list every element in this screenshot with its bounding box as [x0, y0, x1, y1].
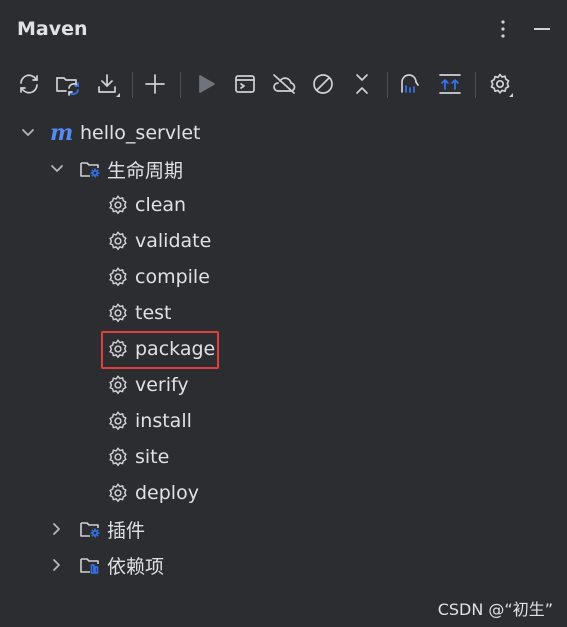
- tree-node-dependencies[interactable]: 依赖项: [49, 548, 164, 582]
- play-icon[interactable]: [192, 70, 220, 98]
- folder-refresh-icon[interactable]: [54, 70, 82, 98]
- no-sign-icon[interactable]: [309, 70, 337, 98]
- tree-node-lifecycle[interactable]: 生命周期: [49, 152, 183, 186]
- folder-library-icon: [79, 554, 101, 576]
- goal-label: deploy: [135, 482, 199, 504]
- gear-icon: [107, 410, 129, 432]
- goal-label: site: [135, 446, 170, 468]
- chevron-right-icon[interactable]: [49, 521, 65, 537]
- terminal-window-icon[interactable]: [231, 70, 259, 98]
- maven-icon: m: [50, 120, 74, 146]
- goal-label: verify: [135, 374, 189, 396]
- sync-icon[interactable]: [15, 70, 43, 98]
- chevron-down-icon[interactable]: [20, 125, 36, 141]
- diagram-icon[interactable]: [396, 70, 424, 98]
- gear-icon: [107, 230, 129, 252]
- panel-title: Maven: [17, 18, 88, 40]
- lifecycle-goal-item[interactable]: compile: [107, 260, 210, 294]
- gear-icon: [107, 374, 129, 396]
- project-name: hello_servlet: [80, 122, 201, 144]
- gear-icon: [107, 446, 129, 468]
- chevron-down-icon[interactable]: [49, 161, 65, 177]
- goal-label: validate: [135, 230, 212, 252]
- gear-icon: [107, 302, 129, 324]
- goal-label: compile: [135, 266, 210, 288]
- lifecycle-goal-item[interactable]: verify: [107, 368, 189, 402]
- goal-label: install: [135, 410, 192, 432]
- goal-label: clean: [135, 194, 187, 216]
- lifecycle-goal-item[interactable]: site: [107, 440, 169, 474]
- panel-header: Maven: [0, 0, 567, 58]
- watermark: CSDN @“初生”: [437, 600, 553, 619]
- maven-toolbar: [0, 62, 567, 106]
- minimize-icon[interactable]: [531, 18, 553, 40]
- collapse-icon[interactable]: [348, 70, 376, 98]
- plugins-label: 插件: [107, 519, 146, 542]
- tree-node-plugins[interactable]: 插件: [49, 512, 145, 546]
- lifecycle-label: 生命周期: [107, 159, 184, 182]
- goal-label: test: [135, 302, 172, 324]
- plus-icon[interactable]: [141, 70, 169, 98]
- folder-gear-icon: [79, 518, 101, 540]
- lifecycle-goal-item[interactable]: clean: [107, 188, 186, 222]
- lifecycle-goal-item[interactable]: test: [107, 296, 172, 330]
- gear-icon: [107, 266, 129, 288]
- gear-icon: [107, 482, 129, 504]
- download-icon[interactable]: [93, 70, 121, 98]
- lifecycle-goal-item[interactable]: deploy: [107, 476, 199, 510]
- dependencies-label: 依赖项: [107, 555, 165, 578]
- gear-icon[interactable]: [486, 70, 514, 98]
- lifecycle-goal-item[interactable]: install: [107, 404, 192, 438]
- lifecycle-goal-item[interactable]: validate: [107, 224, 211, 258]
- gear-icon: [107, 194, 129, 216]
- highlight-box: [101, 331, 219, 369]
- more-vertical-icon[interactable]: [492, 18, 514, 40]
- expand-icon[interactable]: [436, 70, 464, 98]
- tree-node-project[interactable]: m hello_servlet: [20, 116, 200, 150]
- chevron-right-icon[interactable]: [49, 557, 65, 573]
- cloud-off-icon[interactable]: [270, 70, 298, 98]
- folder-gear-icon: [79, 158, 101, 180]
